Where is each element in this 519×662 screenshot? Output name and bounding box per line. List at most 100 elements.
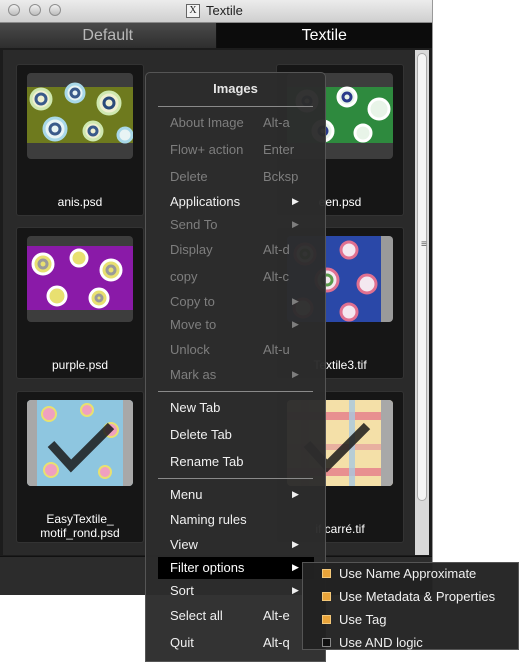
checkbox-checked[interactable] <box>322 615 331 624</box>
menu-item-delete[interactable]: Delete Bcksp <box>146 166 325 188</box>
menu-item-copy-to[interactable]: Copy to ▶ <box>146 291 325 313</box>
menu-item-label: Display <box>170 242 213 257</box>
menu-item-shortcut: Bcksp <box>263 169 299 184</box>
submenu-arrow-icon: ▶ <box>292 489 299 499</box>
thumbnail-image <box>27 236 133 322</box>
tab-bar: Default Textile <box>0 23 432 48</box>
menu-item-label: Unlock <box>170 342 210 357</box>
menu-item-sort[interactable]: Sort ▶ <box>146 580 325 602</box>
menu-separator <box>158 106 313 107</box>
menu-item-about-image[interactable]: About Image Alt-a <box>146 112 325 134</box>
checkbox-checked[interactable] <box>322 569 331 578</box>
menu-item-shortcut: Alt-q <box>263 635 290 650</box>
context-menu-header: Images <box>213 81 258 96</box>
menu-item-shortcut: Alt-a <box>263 115 290 130</box>
submenu-arrow-icon: ▶ <box>292 196 299 206</box>
app-icon: X <box>186 3 200 18</box>
submenu-arrow-icon: ▶ <box>292 296 299 306</box>
menu-item-mark-as[interactable]: Mark as ▶ <box>146 364 325 386</box>
checkbox-unchecked[interactable] <box>322 638 331 647</box>
menu-item-label: Flow+ action <box>170 142 244 157</box>
menu-item-label: View <box>170 537 198 552</box>
menu-item-label: Applications <box>170 194 241 209</box>
menu-item-send-to[interactable]: Send To ▶ <box>146 214 325 236</box>
thumbnail-image <box>27 73 133 159</box>
menu-item-select-all[interactable]: Select all Alt-e <box>146 605 325 627</box>
menu-item-label: Rename Tab <box>170 454 244 469</box>
menu-item-label: Delete <box>170 169 208 184</box>
filter-use-name-approximate[interactable]: Use Name Approximate <box>303 563 518 585</box>
tab-default[interactable]: Default <box>0 23 217 48</box>
submenu-arrow-icon: ▶ <box>292 539 299 549</box>
submenu-arrow-icon: ▶ <box>292 319 299 329</box>
menu-item-view[interactable]: View ▶ <box>146 534 325 556</box>
menu-item-label: copy <box>170 269 198 284</box>
menu-item-label: Menu <box>170 487 203 502</box>
thumbnail-label: EasyTextile_ <box>46 512 114 526</box>
thumbnail-label: purple.psd <box>51 358 109 372</box>
thumbnail-label-line2: motif_rond.psd <box>40 526 120 540</box>
menu-item-label: Send To <box>170 217 218 232</box>
menu-item-label: Filter options <box>170 560 245 575</box>
menu-item-display[interactable]: Display Alt-d <box>146 239 325 261</box>
menu-item-unlock[interactable]: Unlock Alt-u <box>146 339 325 361</box>
menu-separator <box>158 478 313 479</box>
thumbnail-image <box>27 400 133 486</box>
submenu-arrow-icon: ▶ <box>292 562 299 572</box>
submenu-arrow-icon: ▶ <box>292 219 299 229</box>
thumbnail-label: anis.psd <box>57 195 103 209</box>
menu-item-shortcut: Alt-d <box>263 242 290 257</box>
filter-use-and-logic[interactable]: Use AND logic <box>303 632 518 654</box>
checkbox-checked[interactable] <box>322 592 331 601</box>
thumbnail-anis[interactable]: anis.psd <box>16 64 144 216</box>
filter-label: Use Name Approximate <box>339 566 477 581</box>
thumbnail-easytextile[interactable]: EasyTextile_ motif_rond.psd <box>16 391 144 543</box>
menu-item-label: Naming rules <box>170 512 247 527</box>
filter-use-metadata-properties[interactable]: Use Metadata & Properties <box>303 586 518 608</box>
menu-item-copy[interactable]: copy Alt-c <box>146 266 325 288</box>
menu-item-rename-tab[interactable]: Rename Tab <box>146 451 325 473</box>
submenu-arrow-icon: ▶ <box>292 369 299 379</box>
menu-separator <box>158 391 313 392</box>
menu-item-shortcut: Enter <box>263 142 295 157</box>
menu-item-label: Select all <box>170 608 223 623</box>
menu-item-label: Move to <box>170 317 217 332</box>
menu-item-naming-rules[interactable]: Naming rules <box>146 509 325 531</box>
minimize-window-button[interactable] <box>29 4 41 16</box>
filter-label: Use Metadata & Properties <box>339 589 496 604</box>
menu-item-label: Mark as <box>170 367 217 382</box>
menu-item-applications[interactable]: Applications ▶ <box>146 191 325 213</box>
submenu-arrow-icon: ▶ <box>292 585 299 595</box>
menu-item-delete-tab[interactable]: Delete Tab <box>146 424 325 446</box>
menu-item-label: About Image <box>170 115 244 130</box>
filter-options-submenu: Use Name Approximate Use Metadata & Prop… <box>302 562 519 650</box>
menu-item-quit[interactable]: Quit Alt-q <box>146 632 325 654</box>
menu-item-move-to[interactable]: Move to ▶ <box>146 314 325 336</box>
filter-label: Use Tag <box>339 612 387 627</box>
vertical-scrollbar[interactable]: ≡ <box>415 50 429 555</box>
menu-item-label: Quit <box>170 635 194 650</box>
menu-item-menu[interactable]: Menu ▶ <box>146 484 325 506</box>
menu-item-shortcut: Alt-e <box>263 608 290 623</box>
grip-icon: ≡ <box>421 239 427 250</box>
menu-item-new-tab[interactable]: New Tab <box>146 397 325 419</box>
menu-item-filter-options[interactable]: Filter options ▶ <box>158 557 314 579</box>
menu-item-flow-action[interactable]: Flow+ action Enter <box>146 139 325 161</box>
menu-item-label: New Tab <box>170 400 221 415</box>
zoom-window-button[interactable] <box>49 4 61 16</box>
close-window-button[interactable] <box>8 4 20 16</box>
menu-item-shortcut: Alt-u <box>263 342 290 357</box>
filter-use-tag[interactable]: Use Tag <box>303 609 518 631</box>
tab-textile[interactable]: Textile <box>216 23 432 48</box>
window-title-text: Textile <box>206 3 243 18</box>
filter-label: Use AND logic <box>339 635 423 650</box>
title-bar[interactable]: X Textile <box>0 0 432 23</box>
thumbnail-purple[interactable]: purple.psd <box>16 227 144 379</box>
scrollbar-thumb[interactable]: ≡ <box>417 53 427 501</box>
menu-item-label: Delete Tab <box>170 427 232 442</box>
menu-item-shortcut: Alt-c <box>263 269 289 284</box>
menu-item-label: Sort <box>170 583 194 598</box>
window-title: X Textile <box>186 3 243 18</box>
context-menu: Images About Image Alt-a Flow+ action Ente… <box>145 72 326 662</box>
menu-item-label: Copy to <box>170 294 215 309</box>
